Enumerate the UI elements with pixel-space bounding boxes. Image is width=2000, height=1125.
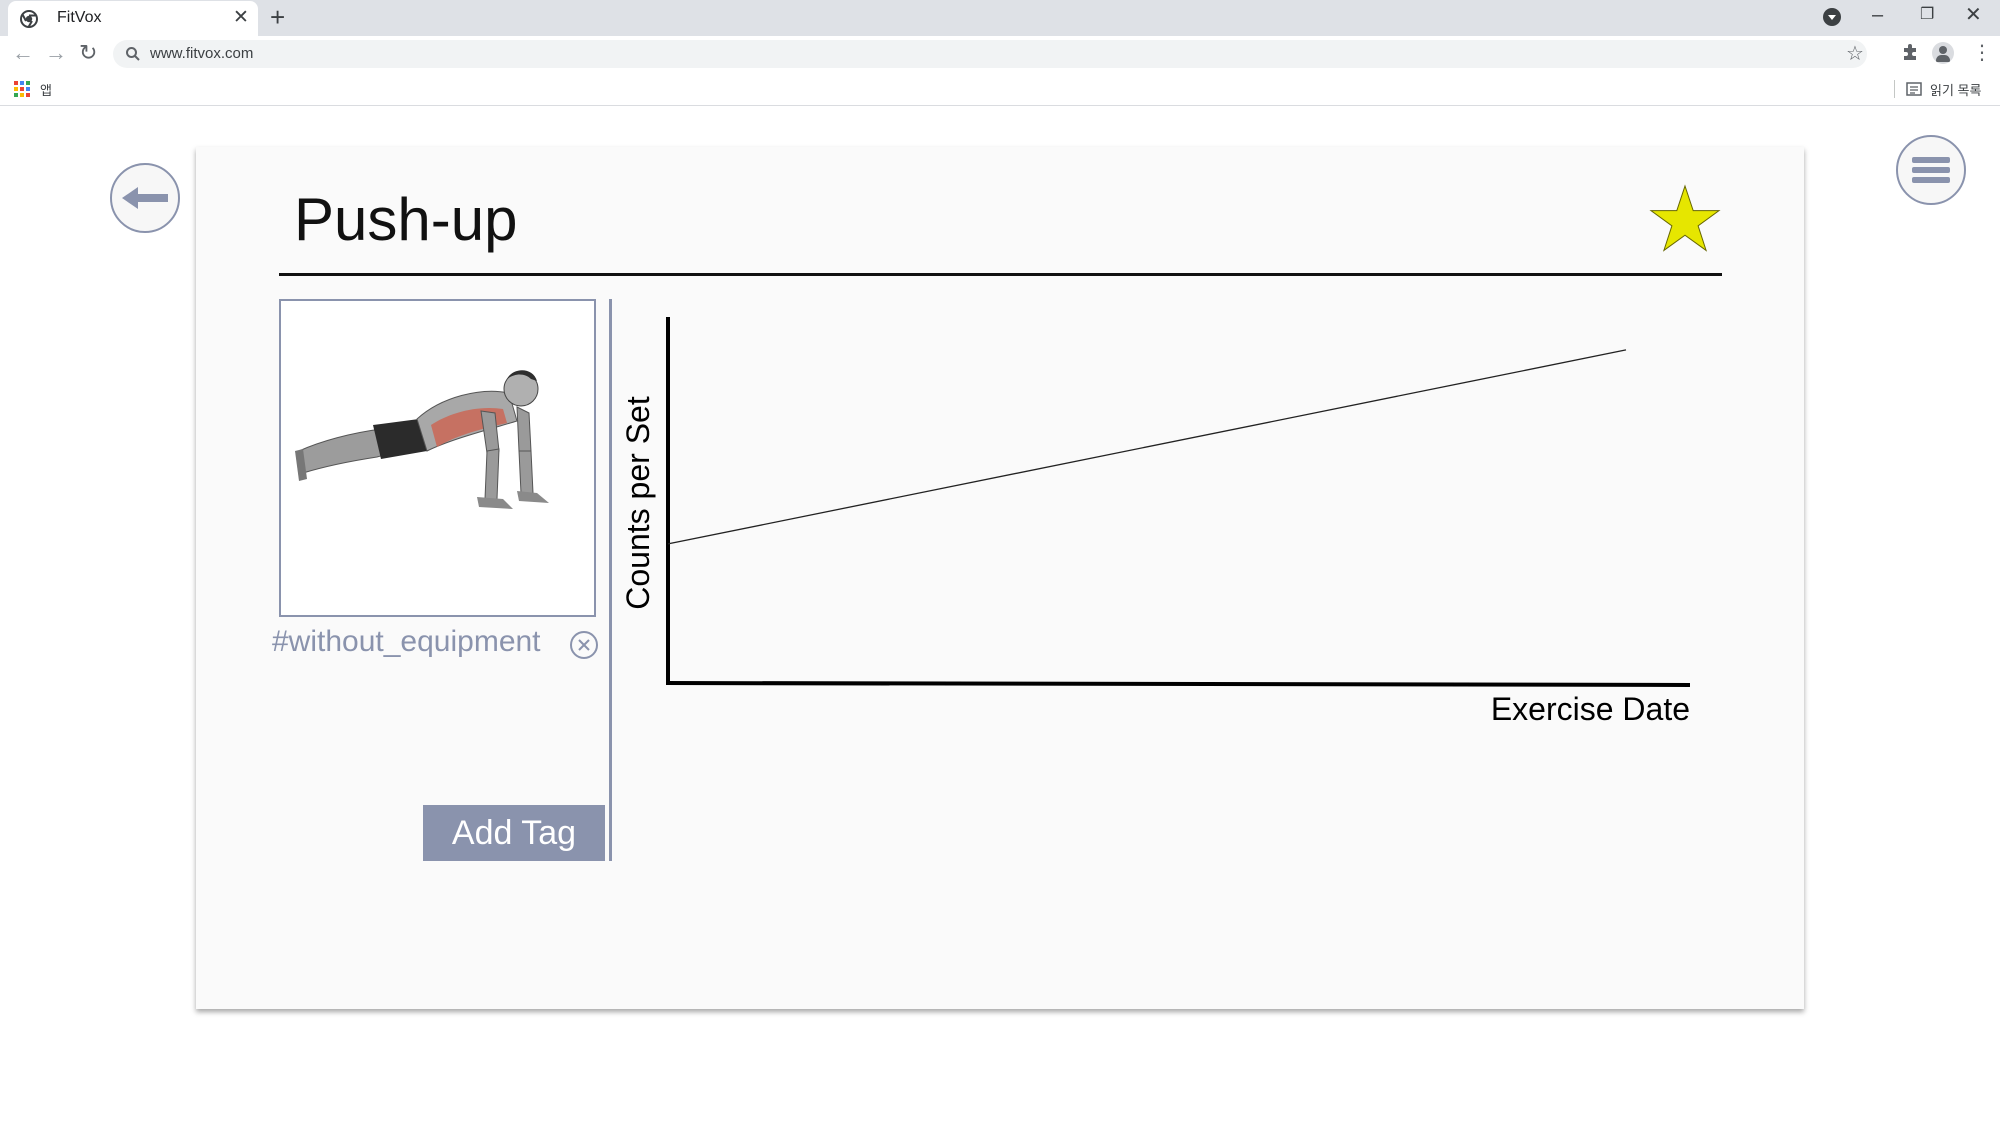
new-tab-button[interactable]: + (270, 4, 285, 30)
favorite-star-icon[interactable] (1649, 184, 1721, 256)
close-window-icon[interactable]: ✕ (1965, 2, 1982, 28)
chrome-favicon-icon (20, 10, 38, 28)
x-axis-label: Exercise Date (1491, 691, 1690, 727)
restore-icon[interactable]: ❐ (1920, 2, 1934, 28)
hamburger-menu-icon (1912, 157, 1950, 183)
tab-title: FitVox (57, 9, 102, 26)
exercise-image (279, 299, 596, 617)
reading-list-label[interactable]: 읽기 목록 (1930, 80, 1981, 99)
browser-tab-bar: FitVox ✕ + – ❐ ✕ (0, 0, 2000, 36)
page-content: Push-up #without_equipment Add Tag Count… (0, 107, 2000, 1125)
y-axis-label: Counts per Set (620, 396, 656, 610)
bookmark-star-icon[interactable]: ☆ (1846, 42, 1864, 66)
series-line (667, 349, 1627, 545)
back-nav-icon[interactable]: ← (12, 40, 34, 66)
forward-nav-icon[interactable]: → (45, 40, 67, 66)
menu-button[interactable] (1896, 135, 1966, 205)
x-axis (665, 681, 1691, 687)
browser-tab[interactable]: FitVox ✕ (8, 1, 258, 36)
bookmarks-bar: 앱 읽기 목록 (0, 72, 2000, 106)
title-divider (279, 273, 1722, 276)
exercise-tag: #without_equipment (272, 625, 541, 658)
bookmarks-divider (1894, 80, 1895, 98)
back-button[interactable] (110, 163, 180, 233)
reading-list-icon[interactable] (1906, 81, 1922, 97)
url-text[interactable]: www.fitvox.com (150, 45, 253, 62)
apps-grid-icon[interactable] (14, 81, 30, 97)
push-up-illustration (295, 370, 549, 509)
exercise-card: Push-up #without_equipment Add Tag Count… (196, 147, 1804, 1009)
vertical-divider (609, 299, 612, 861)
minimize-icon[interactable]: – (1872, 2, 1883, 28)
progress-chart: Counts per Set Exercise Date (620, 317, 1691, 727)
extensions-icon[interactable] (1900, 42, 1920, 62)
profile-avatar-icon[interactable] (1932, 42, 1954, 64)
add-tag-button[interactable]: Add Tag (423, 805, 605, 861)
apps-label[interactable]: 앱 (40, 80, 52, 99)
browser-menu-icon[interactable]: ⋮ (1972, 40, 1992, 66)
exercise-title: Push-up (294, 186, 518, 253)
tab-search-icon[interactable] (1823, 8, 1841, 26)
arrow-left-icon (122, 187, 168, 209)
reload-icon[interactable]: ↻ (79, 40, 97, 66)
remove-tag-icon[interactable] (570, 631, 598, 659)
browser-toolbar: ← → ↻ www.fitvox.com ☆ ⋮ (0, 36, 2000, 72)
address-bar[interactable]: www.fitvox.com ☆ (113, 40, 1867, 68)
tab-close-icon[interactable]: ✕ (233, 8, 249, 28)
search-icon (126, 47, 140, 61)
